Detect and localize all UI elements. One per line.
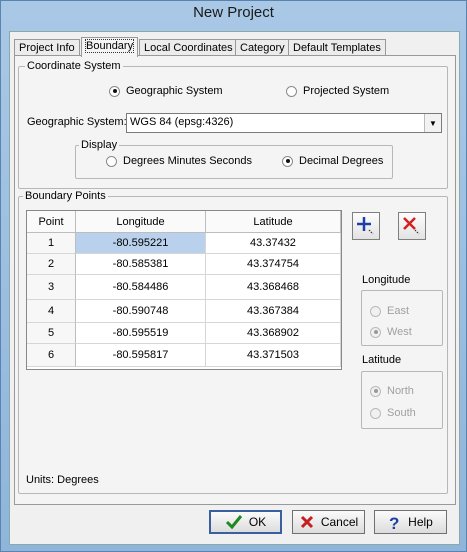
ok-button[interactable]: OK <box>209 510 282 534</box>
geographic-system-label: Geographic System <box>126 85 223 97</box>
boundary-points-table[interactable]: Point Longitude Latitude 1 -80.595221 43… <box>26 210 342 370</box>
east-label: East <box>387 305 410 317</box>
row-4-latitude[interactable]: 43.367384 <box>206 300 341 323</box>
row-1-latitude[interactable]: 43.37432 <box>206 233 341 254</box>
decimal-degrees-radio-button[interactable] <box>282 155 293 167</box>
dialog-body: Project Info Boundary Local Coordinates … <box>9 31 460 545</box>
row-3-latitude[interactable]: 43.368468 <box>206 275 341 300</box>
tab-project-info[interactable]: Project Info <box>14 39 80 56</box>
help-button[interactable]: ? Help <box>374 510 447 534</box>
window-title: New Project <box>193 4 274 21</box>
help-icon: ? <box>389 514 399 531</box>
coordinate-system-legend: Coordinate System <box>25 59 123 73</box>
projected-system-label: Projected System <box>303 85 390 97</box>
tab-category[interactable]: Category <box>235 39 290 56</box>
delete-point-icon <box>403 217 420 235</box>
east-radio[interactable]: East <box>370 305 409 317</box>
row-3-point: 3 <box>27 275 76 300</box>
south-radio-button[interactable] <box>370 407 381 419</box>
add-point-icon <box>357 217 374 235</box>
projected-radio-button[interactable] <box>286 85 297 97</box>
geographic-system-radio[interactable]: Geographic System <box>109 85 223 97</box>
column-header-point: Point <box>27 211 76 233</box>
cancel-button[interactable]: Cancel <box>292 510 365 534</box>
chevron-down-icon[interactable]: ▼ <box>424 114 441 132</box>
dms-radio-button[interactable] <box>106 155 117 167</box>
row-6-latitude[interactable]: 43.371503 <box>206 344 341 367</box>
row-4-longitude[interactable]: -80.590748 <box>76 300 206 323</box>
tab-boundary-label: Boundary <box>84 39 135 53</box>
close-icon <box>300 515 313 529</box>
south-label: South <box>387 407 416 419</box>
projected-system-radio[interactable]: Projected System <box>286 85 389 97</box>
north-radio[interactable]: North <box>370 385 414 397</box>
column-header-longitude: Longitude <box>76 211 206 233</box>
latitude-direction-group <box>361 371 443 429</box>
row-3-longitude[interactable]: -80.584486 <box>76 275 206 300</box>
new-project-dialog: New Project Project Info Boundary Local … <box>0 0 467 552</box>
north-label: North <box>387 385 414 397</box>
west-radio[interactable]: West <box>370 326 412 338</box>
help-label: Help <box>408 515 433 529</box>
tab-default-templates[interactable]: Default Templates <box>288 39 386 56</box>
column-header-latitude: Latitude <box>206 211 341 233</box>
row-1-point: 1 <box>27 233 76 254</box>
tab-local-coordinates[interactable]: Local Coordinates <box>139 39 238 56</box>
row-2-longitude[interactable]: -80.585381 <box>76 254 206 275</box>
checkmark-icon <box>225 515 242 530</box>
ok-label: OK <box>248 515 267 529</box>
dms-radio[interactable]: Degrees Minutes Seconds <box>106 155 252 167</box>
geographic-radio-button[interactable] <box>109 85 120 97</box>
display-legend: Display <box>79 138 120 152</box>
boundary-points-legend: Boundary Points <box>23 189 108 203</box>
row-2-latitude[interactable]: 43.374754 <box>206 254 341 275</box>
latitude-direction-label: Latitude <box>362 354 402 366</box>
row-5-point: 5 <box>27 323 76 344</box>
row-2-point: 2 <box>27 254 76 275</box>
tab-boundary[interactable]: Boundary <box>81 37 139 57</box>
add-point-button[interactable] <box>352 212 380 240</box>
longitude-direction-label: Longitude <box>362 274 411 286</box>
decimal-degrees-label: Decimal Degrees <box>299 155 384 167</box>
south-radio[interactable]: South <box>370 407 416 419</box>
row-4-point: 4 <box>27 300 76 323</box>
row-5-latitude[interactable]: 43.368902 <box>206 323 341 344</box>
geographic-system-value: WGS 84 (epsg:4326) <box>130 116 234 128</box>
cancel-label: Cancel <box>320 515 359 529</box>
row-6-point: 6 <box>27 344 76 367</box>
north-radio-button[interactable] <box>370 385 381 397</box>
decimal-degrees-radio[interactable]: Decimal Degrees <box>282 155 383 167</box>
west-label: West <box>387 326 412 338</box>
svg-text:?: ? <box>389 514 399 531</box>
geographic-system-field-label: Geographic System: <box>27 116 127 128</box>
row-6-longitude[interactable]: -80.595817 <box>76 344 206 367</box>
east-radio-button[interactable] <box>370 305 381 317</box>
geographic-system-select[interactable]: WGS 84 (epsg:4326) ▼ <box>126 113 442 133</box>
remove-point-button[interactable] <box>398 212 426 240</box>
units-label: Units: Degrees <box>26 474 99 486</box>
west-radio-button[interactable] <box>370 326 381 338</box>
row-5-longitude[interactable]: -80.595519 <box>76 323 206 344</box>
dms-label: Degrees Minutes Seconds <box>123 155 253 167</box>
row-1-longitude[interactable]: -80.595221 <box>76 233 206 254</box>
